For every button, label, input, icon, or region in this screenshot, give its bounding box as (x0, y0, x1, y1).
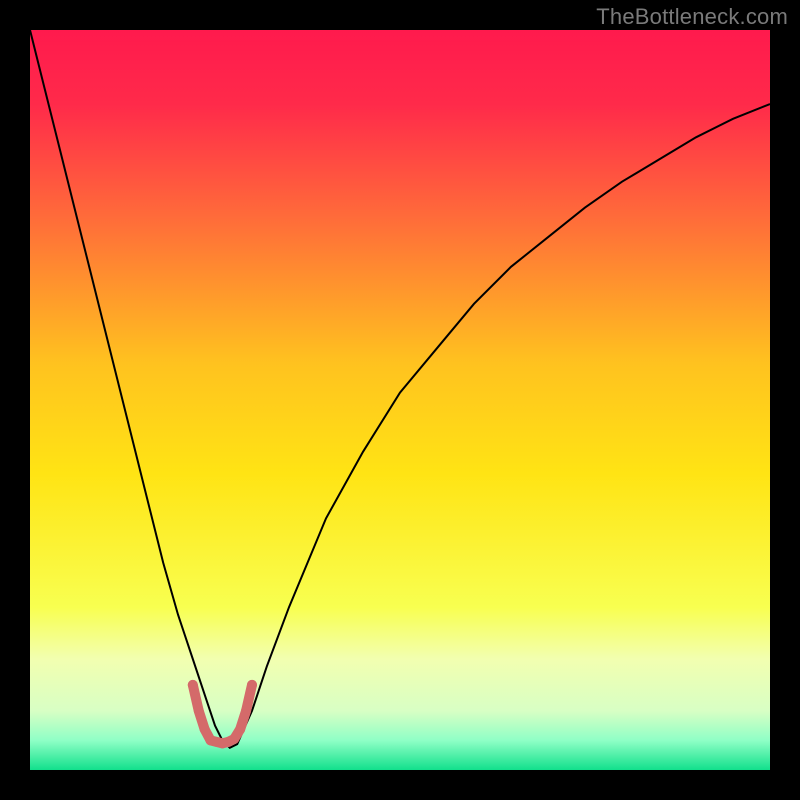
good-range-dot (241, 706, 251, 716)
good-range-dot (235, 724, 245, 734)
chart-background (30, 30, 770, 770)
good-range-dot (229, 734, 239, 744)
good-range-dot (247, 680, 257, 690)
good-range-dot (194, 706, 204, 716)
bottleneck-chart (30, 30, 770, 770)
good-range-dot (188, 680, 198, 690)
chart-container (30, 30, 770, 770)
attribution-text: TheBottleneck.com (596, 4, 788, 30)
good-range-dot (200, 724, 210, 734)
